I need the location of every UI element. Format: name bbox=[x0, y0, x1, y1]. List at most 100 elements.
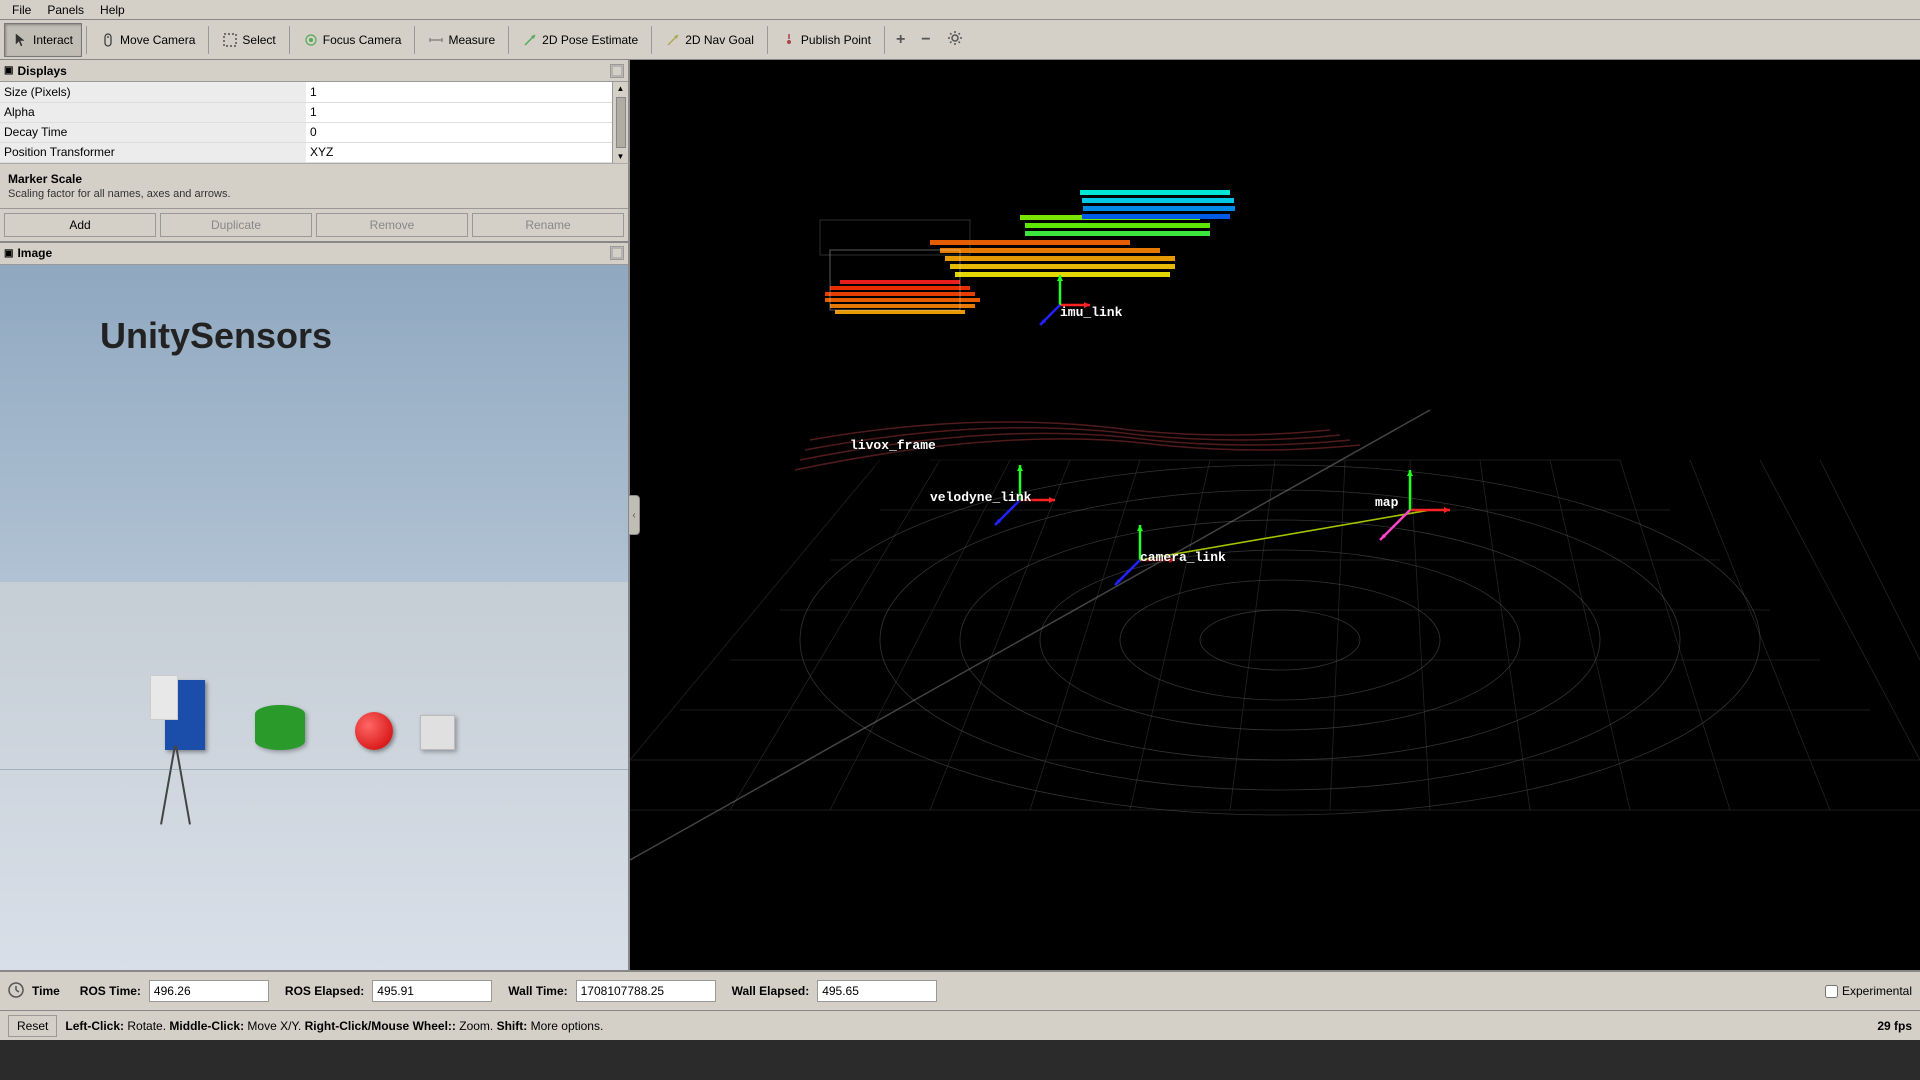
collapse-handle[interactable]: ‹ bbox=[628, 495, 640, 535]
image-canvas: UnitySensors bbox=[0, 265, 628, 971]
green-cylinder bbox=[255, 705, 305, 750]
prop-row-size: Size (Pixels) 1 bbox=[0, 82, 612, 102]
displays-panel-header: ▣ Displays bbox=[0, 60, 628, 82]
scroll-up-button[interactable]: ▲ bbox=[615, 82, 627, 95]
image-panel-resize-icon[interactable] bbox=[610, 246, 624, 260]
scroll-thumb[interactable] bbox=[616, 97, 626, 148]
middle-click-action: Move X/Y. bbox=[247, 1019, 304, 1033]
menu-file[interactable]: File bbox=[4, 3, 39, 17]
reset-button[interactable]: Reset bbox=[8, 1015, 57, 1037]
white-box bbox=[420, 715, 455, 750]
image-panel-header: ▣ Image bbox=[0, 243, 628, 265]
right-click-action: Zoom. bbox=[459, 1019, 496, 1033]
prop-value-decay[interactable]: 0 bbox=[306, 122, 612, 142]
minus-icon: − bbox=[921, 31, 930, 49]
add-button[interactable]: Add bbox=[4, 213, 156, 237]
wall-elapsed-label: Wall Elapsed: bbox=[732, 984, 810, 998]
pose-icon bbox=[522, 32, 538, 48]
marker-scale-section: Marker Scale Scaling factor for all name… bbox=[0, 164, 630, 209]
toolbar-separator-8 bbox=[884, 26, 885, 54]
prop-value-pos-transform[interactable]: XYZ bbox=[306, 142, 612, 162]
wall-time-label: Wall Time: bbox=[508, 984, 567, 998]
experimental-label: Experimental bbox=[1842, 984, 1912, 998]
toolbar-focus-camera-button[interactable]: Focus Camera bbox=[294, 23, 411, 57]
right-click-label: Right-Click/Mouse Wheel:: bbox=[305, 1019, 456, 1033]
wall-elapsed-input[interactable] bbox=[817, 980, 937, 1002]
shift-label: Shift: bbox=[497, 1019, 528, 1033]
cursor-icon bbox=[13, 32, 29, 48]
prop-value-size[interactable]: 1 bbox=[306, 82, 612, 102]
toolbar-separator-2 bbox=[208, 26, 209, 54]
toolbar-separator-5 bbox=[508, 26, 509, 54]
prop-value-alpha[interactable]: 1 bbox=[306, 102, 612, 122]
measure-icon bbox=[428, 32, 444, 48]
toolbar-publish-point-button[interactable]: Publish Point bbox=[772, 23, 880, 57]
nav-icon bbox=[665, 32, 681, 48]
small-white-box bbox=[150, 675, 178, 720]
rename-button[interactable]: Rename bbox=[472, 213, 624, 237]
move-icon bbox=[100, 32, 116, 48]
displays-scrollbar[interactable]: ▲ ▼ bbox=[612, 82, 628, 163]
3d-view[interactable]: imu_link livox_frame velodyne_link camer… bbox=[630, 60, 1920, 970]
prop-name-alpha: Alpha bbox=[0, 102, 306, 122]
button-bar: Add Duplicate Remove Rename bbox=[0, 209, 630, 243]
shift-action: More options. bbox=[531, 1019, 604, 1033]
gear-icon bbox=[947, 30, 963, 49]
toolbar-settings-button[interactable] bbox=[940, 23, 970, 57]
toolbar-separator-3 bbox=[289, 26, 290, 54]
middle-click-label: Middle-Click: bbox=[169, 1019, 244, 1033]
toolbar-move-camera-button[interactable]: Move Camera bbox=[91, 23, 204, 57]
toolbar-plus-button[interactable]: + bbox=[889, 23, 912, 57]
prop-row-decay-time: Decay Time 0 bbox=[0, 122, 612, 142]
toolbar-separator-6 bbox=[651, 26, 652, 54]
experimental-section: Experimental bbox=[1825, 984, 1912, 998]
toolbar-pose-estimate-button[interactable]: 2D Pose Estimate bbox=[513, 23, 647, 57]
prop-name-size: Size (Pixels) bbox=[0, 82, 306, 102]
time-icon bbox=[8, 982, 24, 1001]
focus-icon bbox=[303, 32, 319, 48]
help-text: Left-Click: Rotate. Middle-Click: Move X… bbox=[65, 1019, 603, 1033]
prop-row-position-transformer: Position Transformer XYZ bbox=[0, 142, 612, 162]
ros-time-label: ROS Time: bbox=[80, 984, 141, 998]
toolbar-measure-button[interactable]: Measure bbox=[419, 23, 504, 57]
fps-display: 29 fps bbox=[1877, 1019, 1912, 1033]
menu-panels[interactable]: Panels bbox=[39, 3, 92, 17]
remove-button[interactable]: Remove bbox=[316, 213, 468, 237]
3d-scene-svg bbox=[630, 60, 1920, 970]
menubar: File Panels Help bbox=[0, 0, 1920, 20]
marker-scale-title: Marker Scale bbox=[8, 172, 620, 186]
duplicate-button[interactable]: Duplicate bbox=[160, 213, 312, 237]
toolbar-minus-button[interactable]: − bbox=[914, 23, 937, 57]
toolbar: Interact Move Camera Select Focus Camera… bbox=[0, 20, 1920, 60]
menu-help[interactable]: Help bbox=[92, 3, 133, 17]
floor-line bbox=[0, 769, 628, 770]
left-click-action: Rotate. bbox=[127, 1019, 169, 1033]
toolbar-separator-4 bbox=[414, 26, 415, 54]
left-click-label: Left-Click: bbox=[65, 1019, 124, 1033]
displays-panel-icon: ▣ bbox=[4, 65, 13, 76]
ros-elapsed-input[interactable] bbox=[372, 980, 492, 1002]
toolbar-select-button[interactable]: Select bbox=[213, 23, 284, 57]
select-icon bbox=[222, 32, 238, 48]
red-ball bbox=[355, 712, 393, 750]
image-panel-icon: ▣ bbox=[4, 248, 13, 259]
toolbar-interact-button[interactable]: Interact bbox=[4, 23, 82, 57]
toolbar-separator-1 bbox=[86, 26, 87, 54]
displays-property-table: Size (Pixels) 1 Alpha 1 Decay Time 0 Pos… bbox=[0, 82, 612, 163]
experimental-checkbox[interactable] bbox=[1825, 985, 1838, 998]
time-panel: Time ROS Time: ROS Elapsed: Wall Time: W… bbox=[0, 970, 1920, 1010]
prop-name-decay: Decay Time bbox=[0, 122, 306, 142]
wall-time-input[interactable] bbox=[576, 980, 716, 1002]
statusbar: Reset Left-Click: Rotate. Middle-Click: … bbox=[0, 1010, 1920, 1040]
prop-row-alpha: Alpha 1 bbox=[0, 102, 612, 122]
panel-resize-icon[interactable] bbox=[610, 64, 624, 78]
scroll-down-button[interactable]: ▼ bbox=[615, 150, 627, 163]
point-icon bbox=[781, 32, 797, 48]
ros-time-input[interactable] bbox=[149, 980, 269, 1002]
toolbar-nav-goal-button[interactable]: 2D Nav Goal bbox=[656, 23, 763, 57]
ros-elapsed-label: ROS Elapsed: bbox=[285, 984, 364, 998]
marker-scale-description: Scaling factor for all names, axes and a… bbox=[8, 188, 620, 200]
prop-name-pos-transform: Position Transformer bbox=[0, 142, 306, 162]
toolbar-separator-7 bbox=[767, 26, 768, 54]
time-title: Time bbox=[32, 984, 60, 998]
